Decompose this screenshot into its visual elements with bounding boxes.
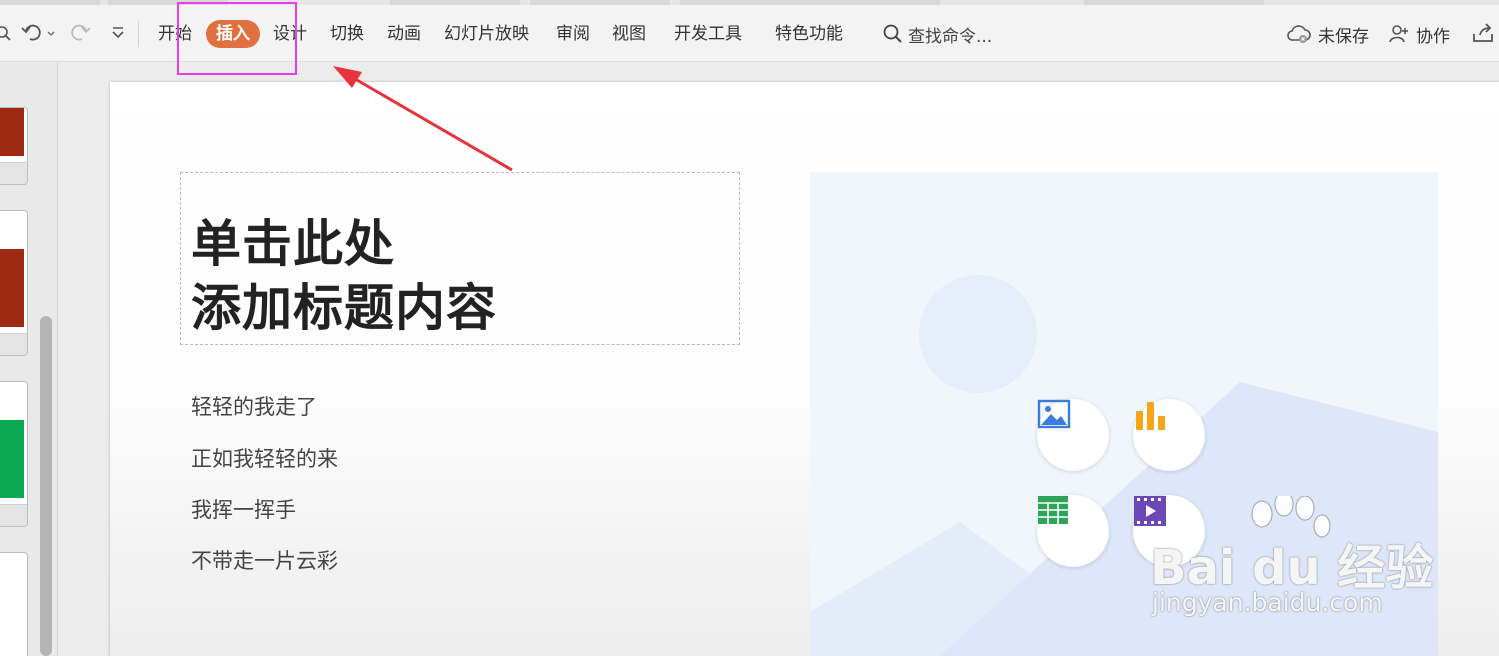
cloud-icon [1287, 25, 1311, 43]
thumbnail-accent [0, 249, 24, 327]
thumbnail-accent [0, 420, 24, 498]
command-search[interactable]: 查找命令... [882, 19, 992, 49]
insert-table-icon[interactable] [1037, 495, 1109, 567]
tab-slideshow[interactable]: 幻灯片放映 [444, 19, 529, 49]
slide-thumbnail-pane [0, 63, 58, 656]
tab-review[interactable]: 审阅 [556, 19, 590, 49]
search-icon [883, 24, 902, 43]
collaborate-button[interactable]: 协作 [1388, 19, 1450, 49]
tab-transitions[interactable]: 切换 [330, 19, 364, 49]
insert-image-icon[interactable] [1037, 399, 1109, 471]
search-label: 查找命令... [908, 26, 993, 47]
tab-developer[interactable]: 开发工具 [674, 19, 742, 49]
body-text-line[interactable]: 轻轻的我走了 [191, 391, 317, 421]
add-user-icon [1389, 25, 1408, 43]
highlight-box [177, 2, 297, 75]
share-icon[interactable] [1470, 19, 1496, 47]
tab-animations[interactable]: 动画 [387, 19, 421, 49]
body-text-line[interactable]: 不带走一片云彩 [191, 545, 338, 575]
slide-thumbnail[interactable] [0, 210, 28, 356]
placeholder-illustration [810, 275, 1438, 656]
slide-thumbnail[interactable] [0, 552, 28, 656]
undo-button[interactable] [20, 19, 60, 47]
body-text-line[interactable]: 我挥一挥手 [191, 494, 296, 524]
thumbnail-footer [0, 162, 27, 184]
unsaved-status-button[interactable]: 未保存 [1286, 19, 1369, 49]
insert-video-icon[interactable] [1133, 495, 1205, 567]
slide-canvas[interactable]: 单击此处 添加标题内容 轻轻的我走了 正如我轻轻的来 我挥一挥手 不带走一片云彩 [110, 82, 1499, 656]
unsaved-label: 未保存 [1318, 26, 1369, 47]
slide-title-line2: 添加标题内容 [191, 279, 497, 337]
body-text-line[interactable]: 正如我轻轻的来 [191, 443, 338, 473]
tab-special-features[interactable]: 特色功能 [775, 19, 843, 49]
zoom-icon[interactable] [0, 19, 14, 47]
thumbnail-accent [0, 108, 24, 156]
thumbnail-scrollbar[interactable] [40, 316, 52, 656]
redo-button[interactable] [66, 19, 94, 47]
thumbnail-footer [0, 504, 27, 526]
slide-thumbnail[interactable] [0, 381, 28, 527]
content-placeholder[interactable] [810, 172, 1438, 656]
toolbar-separator [138, 21, 139, 47]
slide-title-line1: 单击此处 [191, 215, 395, 273]
slide-thumbnail[interactable] [0, 107, 28, 185]
insert-chart-icon[interactable] [1133, 399, 1205, 471]
tab-view[interactable]: 视图 [612, 19, 646, 49]
customize-quick-access-icon[interactable] [106, 19, 130, 47]
collaborate-label: 协作 [1416, 26, 1450, 47]
thumbnail-footer [0, 333, 27, 355]
